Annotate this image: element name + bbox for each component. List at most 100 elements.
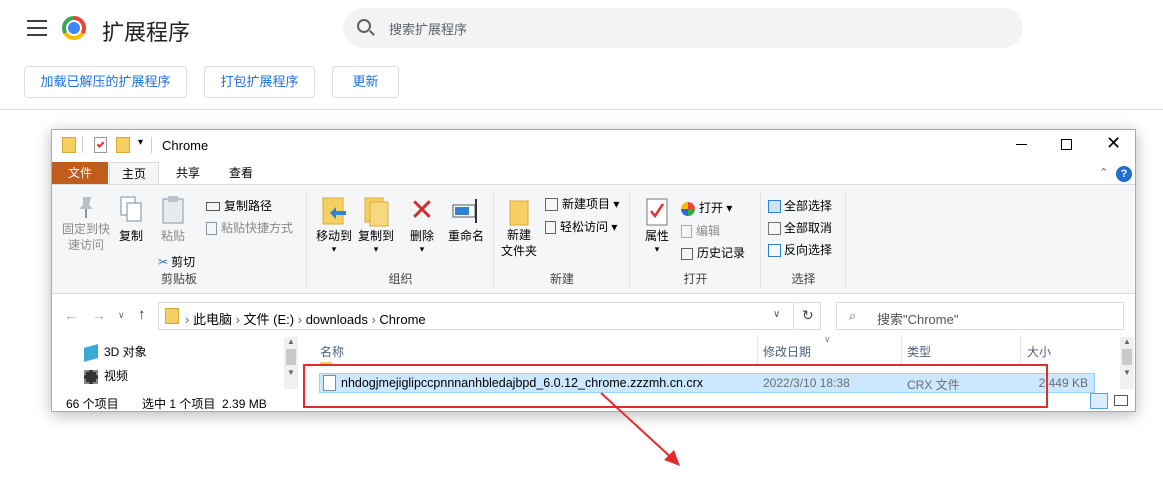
new-item-button[interactable]: 新建项目 ▾: [545, 195, 619, 212]
select-all-icon: [768, 200, 781, 214]
delete-icon: ✕: [409, 194, 435, 227]
search-placeholder: 搜索扩展程序: [389, 22, 468, 37]
back-icon[interactable]: ←: [64, 307, 78, 323]
properties-icon: [646, 198, 668, 226]
nav-item[interactable]: 3D 对象: [84, 343, 147, 362]
address-bar[interactable]: › 此电脑 › 文件 (E:) › downloads › Chrome ∨ ↻: [158, 302, 821, 330]
new-folder-qat-icon[interactable]: [116, 137, 130, 153]
large-icons-view-icon[interactable]: [1114, 395, 1128, 406]
window-title: Chrome: [162, 138, 209, 153]
chrome-logo-icon: [62, 16, 86, 40]
rename-icon: [452, 199, 477, 223]
menu-icon[interactable]: [27, 20, 47, 36]
details-view-icon[interactable]: [1090, 393, 1108, 409]
file-explorer-window: ▾ Chrome ✕ 文件 主页 共享 查看 ⌃ ? 固定到快速访问 复制 粘贴…: [51, 129, 1136, 412]
copy-to-icon: [364, 197, 389, 227]
folder-icon: [62, 137, 76, 153]
nav-item[interactable]: 视频: [84, 367, 128, 384]
invert-selection-icon: [768, 244, 781, 258]
new-folder-icon: [509, 200, 529, 226]
annotation-arrow: [600, 392, 680, 466]
forward-icon[interactable]: →: [92, 307, 106, 323]
breadcrumb-this-pc[interactable]: 此电脑: [193, 312, 232, 327]
easy-access-icon: [545, 221, 556, 235]
new-group-label: 新建: [549, 272, 574, 286]
invert-selection-button[interactable]: 反向选择: [768, 241, 832, 258]
paste-button[interactable]: 粘贴: [158, 195, 188, 244]
open-group-label: 打开: [683, 272, 708, 286]
new-item-icon: [545, 198, 558, 212]
selection-info: 选中 1 个项目 2.39 MB: [142, 397, 267, 411]
paste-icon: [162, 196, 184, 224]
select-none-button[interactable]: 全部取消: [768, 219, 832, 236]
select-none-icon: [768, 222, 781, 236]
new-group: 新建 文件夹 新建项目 ▾ 轻松访问 ▾ 新建: [495, 191, 630, 289]
organize-group-label: 组织: [388, 272, 413, 286]
clipboard-group-label: 剪贴板: [160, 272, 197, 286]
edit-icon: [681, 225, 692, 239]
properties-qat-icon[interactable]: [94, 137, 107, 153]
qat-dropdown-icon[interactable]: ▾: [138, 137, 143, 148]
rename-button[interactable]: 重命名: [444, 195, 488, 244]
open-group: 属性 ▾ 打开 ▾ 编辑 历史记录 打开: [631, 191, 761, 289]
folder-search-input[interactable]: ⌕ 搜索"Chrome": [836, 302, 1124, 330]
paste-shortcut-button[interactable]: 粘贴快捷方式: [206, 219, 293, 236]
search-icon: ⌕: [849, 308, 857, 323]
copy-path-button[interactable]: 复制路径: [206, 197, 272, 214]
extensions-search-input[interactable]: 搜索扩展程序: [343, 8, 1023, 48]
select-all-button[interactable]: 全部选择: [768, 197, 832, 214]
nav-scrollbar[interactable]: ▲ ▼: [284, 337, 298, 389]
copy-path-icon: [206, 202, 220, 212]
column-size[interactable]: 大小: [1027, 343, 1051, 360]
column-type[interactable]: 类型: [907, 343, 931, 360]
tab-share[interactable]: 共享: [163, 162, 213, 184]
file-list-scrollbar[interactable]: ▲ ▼: [1120, 337, 1134, 389]
ribbon: 固定到快速访问 复制 粘贴 复制路径 粘贴快捷方式 ✂剪切 剪贴板 移动到▾: [52, 184, 1135, 294]
breadcrumb-downloads[interactable]: downloads: [306, 312, 368, 327]
folder-icon: [165, 308, 179, 324]
folder-search-placeholder: 搜索"Chrome": [877, 312, 959, 327]
help-icon[interactable]: ?: [1116, 166, 1132, 182]
breadcrumb: › 此电脑 › 文件 (E:) › downloads › Chrome: [185, 312, 426, 327]
collapse-ribbon-icon[interactable]: ⌃: [1099, 166, 1108, 179]
update-button[interactable]: 更新: [332, 66, 399, 98]
address-dropdown-icon[interactable]: ∨: [773, 309, 780, 320]
tab-file[interactable]: 文件: [52, 162, 108, 184]
breadcrumb-drive-e[interactable]: 文件 (E:): [244, 312, 295, 327]
edit-button[interactable]: 编辑: [681, 222, 720, 239]
tab-home[interactable]: 主页: [109, 162, 159, 185]
pack-extension-button[interactable]: 打包扩展程序: [204, 66, 315, 98]
move-to-button[interactable]: 移动到 ▾: [314, 195, 354, 255]
close-icon[interactable]: ✕: [1106, 134, 1121, 152]
3d-objects-icon: [84, 343, 98, 362]
copy-button[interactable]: 复制: [116, 195, 146, 244]
easy-access-button[interactable]: 轻松访问 ▾: [545, 218, 617, 235]
scissors-icon: ✂: [158, 255, 169, 269]
properties-button[interactable]: 属性 ▾: [637, 195, 677, 255]
cut-button[interactable]: ✂ 剪切: [158, 253, 195, 270]
refresh-icon[interactable]: ↻: [802, 307, 814, 324]
breadcrumb-chrome[interactable]: Chrome: [379, 312, 425, 327]
tab-view[interactable]: 查看: [216, 162, 266, 184]
move-to-icon: [322, 197, 346, 225]
column-name[interactable]: 名称: [320, 343, 344, 360]
minimize-icon[interactable]: [1016, 144, 1027, 145]
delete-button[interactable]: ✕ 删除 ▾: [405, 195, 439, 255]
open-icon: [681, 201, 695, 216]
new-folder-button[interactable]: 新建 文件夹: [499, 195, 539, 259]
load-unpacked-button[interactable]: 加载已解压的扩展程序: [24, 66, 187, 98]
copy-to-button[interactable]: 复制到 ▾: [356, 195, 396, 255]
up-icon[interactable]: ↑: [138, 306, 146, 323]
history-button[interactable]: 历史记录: [681, 244, 745, 261]
maximize-icon[interactable]: [1061, 139, 1072, 150]
recent-locations-icon[interactable]: ∨: [118, 310, 125, 321]
pin-quick-access-button[interactable]: 固定到快速访问: [62, 195, 110, 253]
search-icon: [357, 19, 371, 33]
column-modified[interactable]: 修改日期: [763, 343, 811, 360]
item-count: 66 个项目: [66, 397, 119, 411]
open-button[interactable]: 打开 ▾: [681, 199, 732, 216]
sort-indicator-icon: ∨: [824, 334, 831, 344]
page-title: 扩展程序: [102, 20, 191, 45]
divider: [0, 109, 1163, 110]
video-icon: [84, 369, 98, 384]
